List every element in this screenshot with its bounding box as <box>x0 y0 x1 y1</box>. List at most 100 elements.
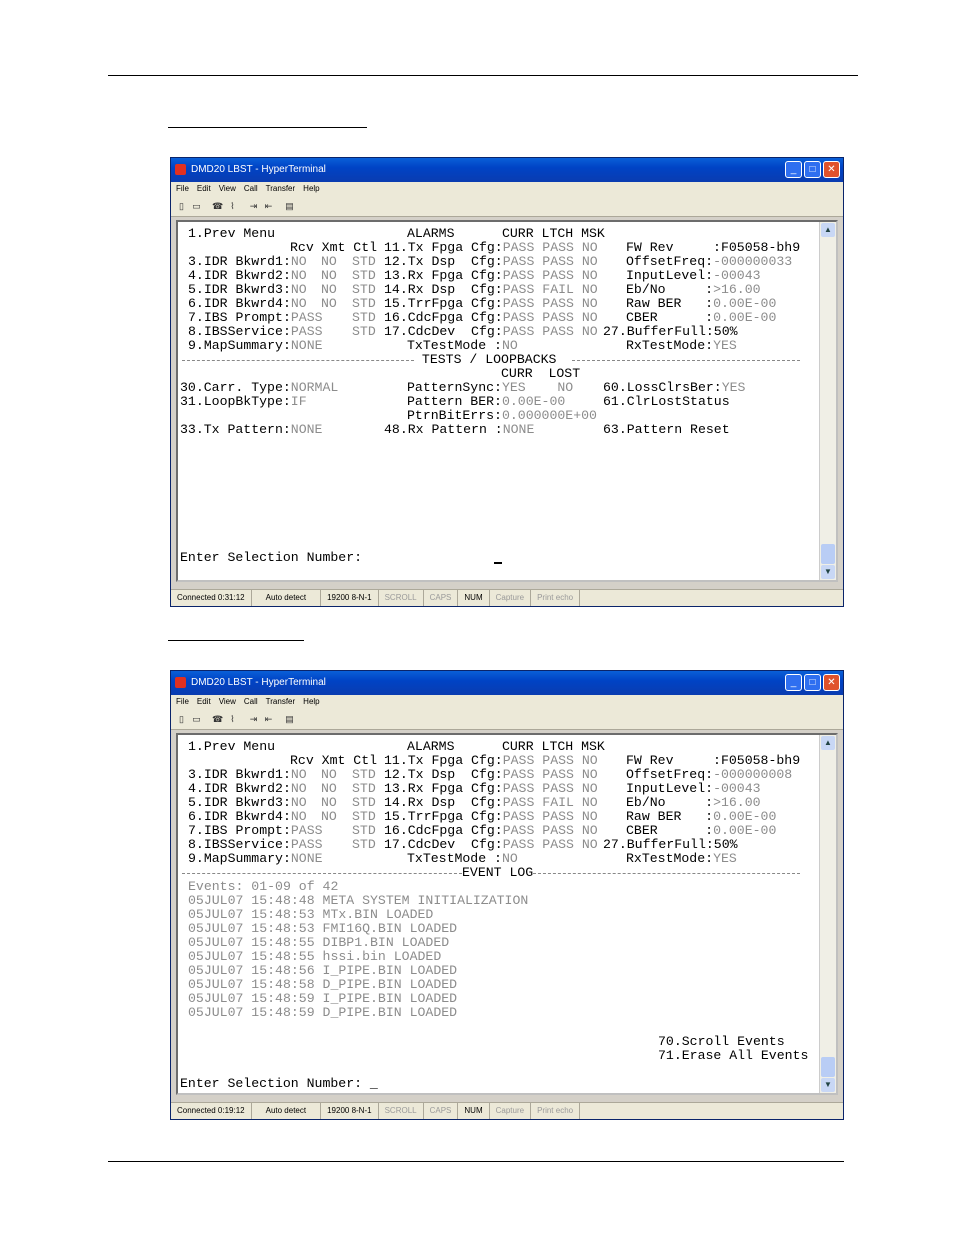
erase-all-events: 71.Erase All Events <box>658 1048 809 1063</box>
value: STD <box>352 268 376 283</box>
receive-icon[interactable]: ⇤ <box>263 201 274 212</box>
properties-icon[interactable]: ▤ <box>284 201 295 212</box>
title-bar[interactable]: DMD20 LBST - HyperTerminal _ □ ✕ <box>171 671 843 695</box>
offset-label: OffsetFreq: <box>626 254 714 269</box>
new-icon[interactable]: ▯ <box>176 714 187 725</box>
alarm-value: PASS PASS NO <box>502 324 598 339</box>
status-baud: 19200 8-N-1 <box>321 1103 379 1119</box>
alarm-label: 12.Tx Dsp Cfg: <box>384 254 503 269</box>
menu-edit[interactable]: Edit <box>197 182 211 196</box>
send-icon[interactable]: ⇥ <box>248 201 259 212</box>
vertical-scrollbar[interactable]: ▲ ▼ <box>819 222 836 580</box>
menu-file[interactable]: File <box>176 182 189 196</box>
divider-left <box>182 873 462 874</box>
value: NONE <box>290 851 323 866</box>
value: PASS <box>290 324 323 339</box>
menu-file[interactable]: File <box>176 695 189 709</box>
value: STD <box>352 781 376 796</box>
buffer-value: 50% <box>713 324 738 339</box>
minimize-button[interactable]: _ <box>785 161 802 178</box>
scroll-up-icon[interactable]: ▲ <box>821 223 835 237</box>
row-label: 4.IDR Bkwrd2: <box>188 781 291 796</box>
value: NO <box>321 809 337 824</box>
connect-icon[interactable]: ☎ <box>212 714 223 725</box>
value: STD <box>352 254 376 269</box>
value: STD <box>352 795 376 810</box>
value: STD <box>352 823 376 838</box>
maximize-button[interactable]: □ <box>804 161 821 178</box>
ebno-label: Eb/No : <box>626 795 714 810</box>
pattern-sync-label: PatternSync: <box>407 380 502 395</box>
alarm-value: PASS PASS NO <box>502 781 598 796</box>
scroll-down-icon[interactable]: ▼ <box>821 1078 835 1092</box>
event-row: 05JUL07 15:48:53 MTx.BIN LOADED <box>188 907 434 922</box>
alarm-value: PASS PASS NO <box>502 240 598 255</box>
menu-call[interactable]: Call <box>244 695 258 709</box>
cber-label: CBER : <box>626 310 714 325</box>
offset-value: -000000008 <box>713 767 793 782</box>
status-detect: Auto detect <box>252 590 322 606</box>
window-title: DMD20 LBST - HyperTerminal <box>191 164 326 175</box>
open-icon[interactable]: ▭ <box>191 201 202 212</box>
toolbar: ▯ ▭ ☎ ⌇ ⇥ ⇤ ▤ <box>171 709 843 730</box>
value: NO <box>321 781 337 796</box>
carr-type-label: 30.Carr. Type: <box>180 380 291 395</box>
menu-help[interactable]: Help <box>303 695 319 709</box>
scroll-thumb[interactable] <box>821 1057 835 1077</box>
vertical-scrollbar[interactable]: ▲ ▼ <box>819 735 836 1093</box>
menu-help[interactable]: Help <box>303 182 319 196</box>
terminal-area[interactable]: 1.Prev Menu ALARMS CURR LTCH MSK Rcv Xmt… <box>176 220 838 582</box>
row-label: 8.IBSService: <box>188 324 291 339</box>
loopbk-value: IF <box>290 394 307 409</box>
row-label: 5.IDR Bkwrd3: <box>188 795 291 810</box>
selection-prompt: Enter Selection Number: _ <box>180 1076 378 1091</box>
menu-view[interactable]: View <box>219 695 236 709</box>
alarm-value: PASS PASS NO <box>502 753 598 768</box>
alarm-label: 11.Tx Fpga Cfg: <box>384 753 503 768</box>
receive-icon[interactable]: ⇤ <box>263 714 274 725</box>
status-connected: Connected 0:19:12 <box>171 1103 252 1119</box>
new-icon[interactable]: ▯ <box>176 201 187 212</box>
scroll-thumb[interactable] <box>821 544 835 564</box>
minimize-button[interactable]: _ <box>785 674 802 691</box>
menu-transfer[interactable]: Transfer <box>266 695 296 709</box>
status-caps: CAPS <box>424 590 459 606</box>
properties-icon[interactable]: ▤ <box>284 714 295 725</box>
open-icon[interactable]: ▭ <box>191 714 202 725</box>
connect-icon[interactable]: ☎ <box>212 201 223 212</box>
alarm-value: PASS PASS NO <box>502 809 598 824</box>
close-button[interactable]: ✕ <box>823 674 840 691</box>
maximize-button[interactable]: □ <box>804 674 821 691</box>
cber-value: 0.00E-00 <box>713 310 777 325</box>
txtest-value: NO <box>501 338 518 353</box>
row-label: 6.IDR Bkwrd4: <box>188 809 291 824</box>
alarm-label: 16.CdcFpga Cfg: <box>384 310 503 325</box>
curr-lost-header: CURR LOST <box>501 366 581 381</box>
disconnect-icon[interactable]: ⌇ <box>227 201 238 212</box>
section-underline-2 <box>168 640 304 641</box>
alarm-value: PASS FAIL NO <box>502 795 598 810</box>
loopbk-label: 31.LoopBkType: <box>180 394 291 409</box>
carr-type-value: NORMAL <box>290 380 339 395</box>
disconnect-icon[interactable]: ⌇ <box>227 714 238 725</box>
scroll-up-icon[interactable]: ▲ <box>821 736 835 750</box>
close-button[interactable]: ✕ <box>823 161 840 178</box>
event-row: 05JUL07 15:48:48 META SYSTEM INITIALIZAT… <box>188 893 529 908</box>
event-row: 05JUL07 15:48:59 D_PIPE.BIN LOADED <box>188 1005 458 1020</box>
terminal-screen[interactable]: 1.Prev Menu ALARMS CURR LTCH MSK Rcv Xmt… <box>178 222 818 580</box>
menu-call[interactable]: Call <box>244 182 258 196</box>
prev-menu: 1.Prev Menu <box>188 226 276 241</box>
scroll-down-icon[interactable]: ▼ <box>821 565 835 579</box>
value: NONE <box>290 338 323 353</box>
send-icon[interactable]: ⇥ <box>248 714 259 725</box>
row-label: 6.IDR Bkwrd4: <box>188 296 291 311</box>
menu-edit[interactable]: Edit <box>197 695 211 709</box>
terminal-area[interactable]: 1.Prev Menu ALARMS CURR LTCH MSK Rcv Xmt… <box>176 733 838 1095</box>
menu-view[interactable]: View <box>219 182 236 196</box>
rawber-value: 0.00E-00 <box>713 809 777 824</box>
value: NO <box>290 767 307 782</box>
terminal-screen[interactable]: 1.Prev Menu ALARMS CURR LTCH MSK Rcv Xmt… <box>178 735 818 1093</box>
value: STD <box>352 767 376 782</box>
title-bar[interactable]: DMD20 LBST - HyperTerminal _ □ ✕ <box>171 158 843 182</box>
menu-transfer[interactable]: Transfer <box>266 182 296 196</box>
